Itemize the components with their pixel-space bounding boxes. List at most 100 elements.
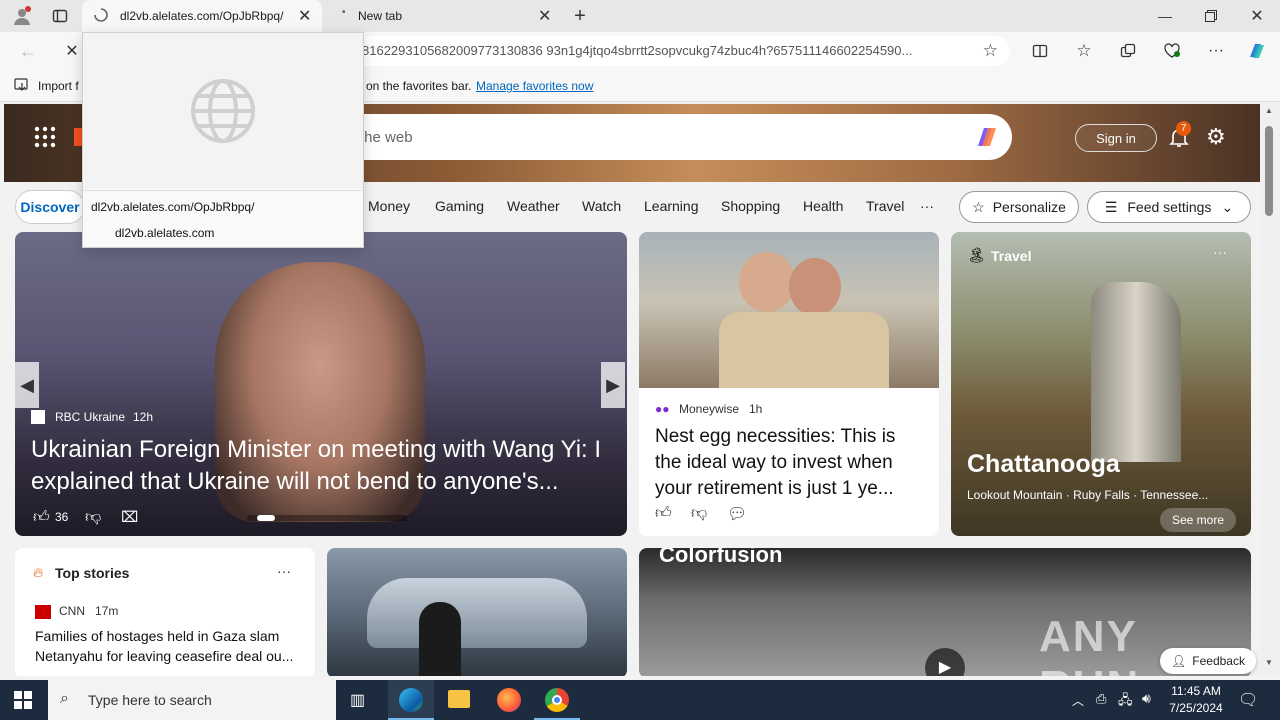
favorites-icon[interactable]: ☆ xyxy=(1072,39,1096,63)
split-screen-icon[interactable] xyxy=(1028,39,1052,63)
preview-thumbnail xyxy=(83,33,363,189)
close-window-button[interactable]: ✕ xyxy=(1244,4,1270,28)
clock-date[interactable]: 7/25/2024 xyxy=(1168,701,1224,715)
top-stories-label: Top stories xyxy=(55,565,130,581)
nav-item-money[interactable]: Money xyxy=(368,198,410,214)
clock-time[interactable]: 11:45 AM xyxy=(1168,684,1224,698)
story-title[interactable]: Families of hostages held in Gaza slam N… xyxy=(35,626,301,666)
nav-item-shopping[interactable]: Shopping xyxy=(721,198,780,214)
person-feedback-icon: 👤︎ xyxy=(1171,654,1187,668)
url-text: 8162293105682009773130836 93n1g4jtqo4sbr… xyxy=(362,43,913,58)
nav-more-button[interactable]: ··· xyxy=(920,198,934,214)
collections-icon[interactable] xyxy=(1116,39,1140,63)
story-age: 12h xyxy=(133,410,154,424)
close-tab-icon[interactable]: ✕ xyxy=(538,6,551,26)
sign-in-button[interactable]: Sign in xyxy=(1075,124,1157,152)
see-more-button[interactable]: See more xyxy=(1160,508,1236,532)
file-explorer-icon[interactable] xyxy=(448,690,470,708)
dislike-icon[interactable]: 👎︎ xyxy=(85,508,101,527)
web-search-box[interactable]: the web xyxy=(334,114,1012,160)
personalize-button[interactable]: ☆ Personalize xyxy=(959,191,1079,223)
feedback-button[interactable]: 👤︎ Feedback xyxy=(1160,648,1256,674)
volume-icon[interactable]: 🔊︎ xyxy=(1142,690,1151,707)
like-icon[interactable]: 👍︎ xyxy=(33,508,50,527)
tab-active-page[interactable]: dl2vb.alelates.com/OpJbRbpq/ ✕ xyxy=(82,0,322,32)
manage-favorites-link[interactable]: Manage favorites now xyxy=(476,79,593,93)
story-source: CNN xyxy=(59,604,85,618)
nav-item-health[interactable]: Health xyxy=(803,198,843,214)
device-icon[interactable]: ⎙ xyxy=(1096,691,1106,707)
story-age: 1h xyxy=(749,402,763,416)
tab-hover-preview: dl2vb.alelates.com/OpJbRbpq/ dl2vb.alela… xyxy=(82,32,364,248)
copilot-search-icon[interactable] xyxy=(972,122,1002,156)
feed-settings-button[interactable]: ☰ Feed settings ⌄ xyxy=(1087,191,1251,223)
scroll-down-arrow-icon[interactable]: ▼ xyxy=(1265,658,1273,667)
page-scrollbar[interactable]: ▲ ▼ xyxy=(1261,104,1280,676)
task-view-icon[interactable]: ▥ xyxy=(350,690,365,710)
travel-photo-cliff xyxy=(1091,282,1181,462)
story-title[interactable]: Nest egg necessities: This is the ideal … xyxy=(655,424,927,502)
network-icon[interactable]: 🖧︎ xyxy=(1118,691,1133,713)
settings-more-icon[interactable]: ··· xyxy=(1204,39,1228,63)
nav-item-watch[interactable]: Watch xyxy=(582,198,621,214)
travel-card[interactable]: 🏝︎ Travel ··· Chattanooga Lookout Mounta… xyxy=(951,232,1251,536)
favorite-star-icon[interactable]: ☆ xyxy=(983,41,998,61)
carousel-next-button[interactable]: ▶ xyxy=(601,362,625,408)
nav-item-learning[interactable]: Learning xyxy=(644,198,699,214)
minimize-button[interactable]: — xyxy=(1152,4,1178,28)
video-card[interactable]: Colorfusion ▶ ANY RUN xyxy=(639,548,1251,676)
stop-loading-button[interactable]: ✕ xyxy=(60,39,84,63)
notification-count-badge: 7 xyxy=(1176,121,1191,136)
personalize-label: Personalize xyxy=(992,199,1066,215)
back-button[interactable]: ← xyxy=(16,39,40,63)
travel-more-button[interactable]: ··· xyxy=(1213,244,1227,260)
restore-button[interactable] xyxy=(1198,4,1224,28)
carousel-dots[interactable] xyxy=(247,515,407,521)
tab-new-tab[interactable]: • New tab ✕ xyxy=(322,0,562,32)
story-title[interactable]: Ukrainian Foreign Minister on meeting wi… xyxy=(31,434,617,498)
globe-icon xyxy=(191,79,255,143)
travel-title[interactable]: Chattanooga xyxy=(967,450,1120,479)
close-tab-icon[interactable]: ✕ xyxy=(298,6,311,26)
like-icon[interactable]: 👍︎ xyxy=(655,504,672,523)
apps-launcher-icon[interactable] xyxy=(34,126,56,153)
nav-item-gaming[interactable]: Gaming xyxy=(435,198,484,214)
scroll-up-arrow-icon[interactable]: ▲ xyxy=(1265,106,1273,115)
moneywise-story-card[interactable]: ●● Moneywise 1h Nest egg necessities: Th… xyxy=(639,232,939,536)
car-story-card[interactable] xyxy=(327,548,627,676)
top-stories-more-button[interactable]: ··· xyxy=(277,563,291,579)
dislike-icon[interactable]: 👎︎ xyxy=(691,504,707,523)
nav-item-travel[interactable]: Travel xyxy=(866,198,904,214)
page-settings-gear-icon[interactable]: ⚙ xyxy=(1206,126,1226,148)
tab-discover[interactable]: Discover xyxy=(15,190,85,224)
nav-item-weather[interactable]: Weather xyxy=(507,198,560,214)
profile-icon[interactable] xyxy=(8,4,36,28)
taskbar-chrome-app[interactable] xyxy=(534,680,580,720)
import-favorites-button[interactable]: Import f xyxy=(38,79,79,93)
edge-icon xyxy=(399,688,423,712)
tab-actions-icon[interactable] xyxy=(48,4,72,28)
taskbar-search-box[interactable]: ⌕ Type here to search xyxy=(48,680,336,720)
play-video-button[interactable]: ▶ xyxy=(925,648,965,676)
story-photo-person xyxy=(419,602,461,676)
carousel-prev-button[interactable]: ◀ xyxy=(15,362,39,408)
main-story-card[interactable]: ◀ ▶ RBC Ukraine 12h Ukrainian Foreign Mi… xyxy=(15,232,627,536)
travel-label: Travel xyxy=(991,248,1032,264)
moneywise-logo-icon: ●● xyxy=(655,402,670,416)
comment-icon[interactable]: 💬︎ xyxy=(727,504,747,524)
sliders-icon: ☰ xyxy=(1104,198,1118,215)
search-placeholder: the web xyxy=(360,128,413,146)
notification-center-icon[interactable]: 🗨︎ xyxy=(1238,690,1258,710)
browser-essentials-icon[interactable] xyxy=(1160,39,1184,63)
new-tab-button[interactable]: + xyxy=(568,4,592,28)
tab-strip: dl2vb.alelates.com/OpJbRbpq/ ✕ • New tab… xyxy=(0,0,1280,32)
copilot-icon[interactable] xyxy=(1244,38,1270,64)
taskbar-edge-app[interactable] xyxy=(388,680,434,720)
like-count: 36 xyxy=(55,510,69,524)
scrollbar-thumb[interactable] xyxy=(1265,126,1273,216)
hidden-icons-chevron-icon[interactable]: ︿ xyxy=(1072,692,1084,709)
tab-title: dl2vb.alelates.com/OpJbRbpq/ xyxy=(120,9,284,23)
hide-story-icon[interactable]: ⌧ xyxy=(121,508,138,526)
firefox-icon[interactable] xyxy=(497,688,521,712)
windows-start-icon[interactable] xyxy=(14,691,32,712)
